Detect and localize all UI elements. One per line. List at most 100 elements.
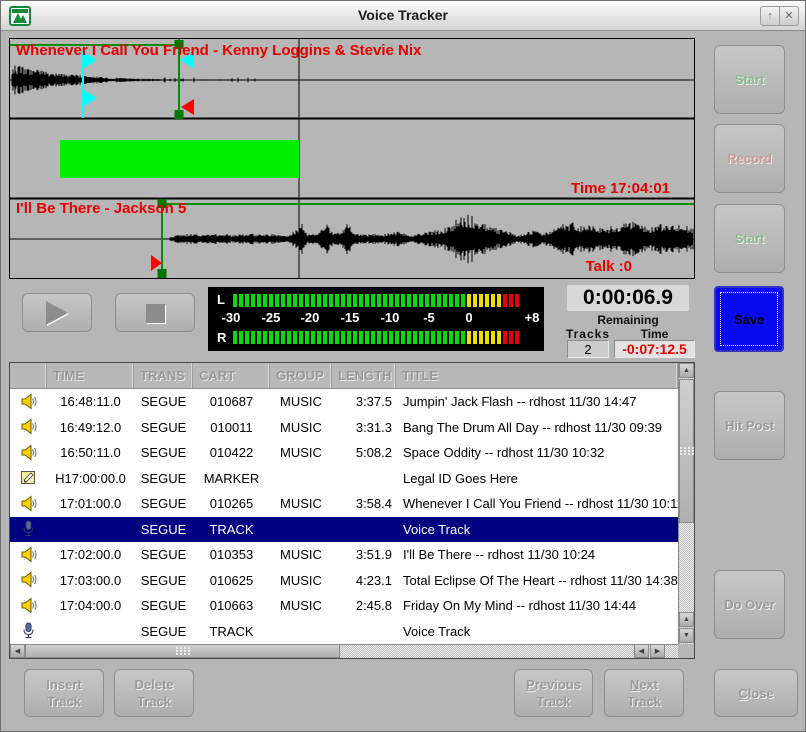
cell-time: 16:50:11.0 bbox=[47, 445, 134, 460]
meter-segment bbox=[509, 294, 513, 307]
cell-group: MUSIC bbox=[270, 598, 332, 613]
meter-segment bbox=[371, 294, 375, 307]
speaker-icon bbox=[10, 418, 47, 436]
play-button[interactable] bbox=[22, 293, 92, 332]
meter-segment bbox=[461, 331, 465, 344]
scroll-up-button[interactable]: ▲ bbox=[679, 363, 694, 378]
waveform-canvas[interactable] bbox=[10, 39, 694, 278]
meter-segment bbox=[299, 331, 303, 344]
cell-trans: SEGUE bbox=[134, 573, 193, 588]
horizontal-scroll-thumb[interactable] bbox=[25, 644, 340, 658]
table-row[interactable]: 16:50:11.0SEGUE010422MUSIC5:08.2Space Od… bbox=[10, 440, 678, 466]
cell-title: Jumpin' Jack Flash -- rdhost 11/30 14:47 bbox=[396, 394, 678, 409]
remaining-time-label: Time bbox=[614, 327, 695, 341]
meter-scale-label: -30 bbox=[222, 310, 241, 325]
record-button[interactable]: Record bbox=[714, 124, 785, 193]
titlebar[interactable]: Voice Tracker ↑ ✕ bbox=[1, 1, 805, 31]
column-header: TIME bbox=[47, 363, 134, 388]
vertical-scroll-thumb[interactable] bbox=[679, 379, 694, 523]
meter-scale-label: -5 bbox=[423, 310, 435, 325]
hit-post-button[interactable]: Hit Post bbox=[714, 391, 785, 460]
cell-title: Voice Track bbox=[396, 624, 678, 639]
meter-scale-label: 0 bbox=[465, 310, 472, 325]
vu-meter: L R -30-25-20-15-10-50+8 bbox=[208, 287, 544, 351]
meter-segment bbox=[245, 331, 249, 344]
stop-button[interactable] bbox=[115, 293, 195, 332]
cell-length: 3:51.9 bbox=[332, 547, 396, 562]
thumb-grip bbox=[175, 647, 191, 656]
log-rows: 16:48:11.0SEGUE010687MUSIC3:37.5Jumpin' … bbox=[10, 389, 678, 644]
meter-scale-label: -10 bbox=[381, 310, 400, 325]
restore-button[interactable]: ↑ bbox=[760, 6, 780, 26]
scroll-down-button[interactable]: ▼ bbox=[679, 628, 694, 643]
meter-segment bbox=[365, 331, 369, 344]
elapsed-time-display: 0:00:06.9 bbox=[567, 285, 689, 311]
cell-group: MUSIC bbox=[270, 420, 332, 435]
speaker-icon bbox=[10, 546, 47, 564]
meter-segment bbox=[395, 294, 399, 307]
scroll-up-button-2[interactable]: ▲ bbox=[679, 612, 694, 627]
table-row[interactable]: SEGUETRACKVoice Track bbox=[10, 619, 678, 645]
start-track2-button[interactable]: Start bbox=[714, 204, 785, 273]
log-table: TIMETRANSCARTGROUPLENGTHTITLE 16:48:11.0… bbox=[9, 362, 695, 659]
meter-segment bbox=[419, 331, 423, 344]
cell-cart: 010011 bbox=[193, 420, 270, 435]
vertical-scrollbar[interactable]: ▲ ▲ ▼ bbox=[678, 363, 694, 644]
do-over-button[interactable]: Do Over bbox=[714, 570, 785, 639]
column-header: GROUP bbox=[270, 363, 332, 388]
horizontal-scrollbar[interactable]: ◀ ◀ ▶ bbox=[10, 644, 678, 658]
left-meter-bar bbox=[233, 294, 519, 307]
meter-segment bbox=[371, 331, 375, 344]
next-track-button[interactable]: Next Track bbox=[604, 669, 684, 717]
speaker-icon bbox=[10, 571, 47, 589]
cell-group: MUSIC bbox=[270, 394, 332, 409]
previous-track-button[interactable]: Previous Track bbox=[514, 669, 593, 717]
insert-track-button[interactable]: Insert Track bbox=[24, 669, 104, 717]
cell-length: 4:23.1 bbox=[332, 573, 396, 588]
meter-segment bbox=[317, 331, 321, 344]
close-button[interactable]: Close bbox=[714, 669, 798, 717]
meter-segment bbox=[413, 294, 417, 307]
cell-length: 3:37.5 bbox=[332, 394, 396, 409]
delete-track-button[interactable]: Delete Track bbox=[114, 669, 194, 717]
speaker-icon bbox=[10, 393, 47, 411]
meter-segment bbox=[293, 331, 297, 344]
meter-segment bbox=[515, 331, 519, 344]
cell-trans: SEGUE bbox=[134, 394, 193, 409]
table-row[interactable]: 17:03:00.0SEGUE010625MUSIC4:23.1Total Ec… bbox=[10, 568, 678, 594]
cell-trans: SEGUE bbox=[134, 598, 193, 613]
scroll-right-button[interactable]: ▶ bbox=[650, 644, 665, 658]
start-track1-button[interactable]: Start bbox=[714, 45, 785, 114]
table-row[interactable]: 17:01:00.0SEGUE010265MUSIC3:58.4Whenever… bbox=[10, 491, 678, 517]
meter-segment bbox=[389, 331, 393, 344]
meter-segment bbox=[305, 331, 309, 344]
table-row[interactable]: SEGUETRACKVoice Track bbox=[10, 517, 678, 543]
close-window-button[interactable]: ✕ bbox=[779, 6, 799, 26]
meter-segment bbox=[485, 331, 489, 344]
meter-scale: -30-25-20-15-10-50+8 bbox=[208, 310, 544, 327]
cell-trans: SEGUE bbox=[134, 471, 193, 486]
scroll-left-button-2[interactable]: ◀ bbox=[634, 644, 649, 658]
meter-segment bbox=[377, 331, 381, 344]
cell-cart: 010625 bbox=[193, 573, 270, 588]
table-row[interactable]: H17:00:00.0SEGUEMARKERLegal ID Goes Here bbox=[10, 466, 678, 492]
table-row[interactable]: 17:04:00.0SEGUE010663MUSIC2:45.8Friday O… bbox=[10, 593, 678, 619]
table-row[interactable]: 16:49:12.0SEGUE010011MUSIC3:31.3Bang The… bbox=[10, 415, 678, 441]
cell-length: 3:31.3 bbox=[332, 420, 396, 435]
cell-title: Total Eclipse Of The Heart -- rdhost 11/… bbox=[396, 573, 678, 588]
meter-segment bbox=[311, 331, 315, 344]
meter-segment bbox=[335, 331, 339, 344]
save-button[interactable]: Save bbox=[714, 286, 784, 352]
table-row[interactable]: 16:48:11.0SEGUE010687MUSIC3:37.5Jumpin' … bbox=[10, 389, 678, 415]
meter-segment bbox=[323, 294, 327, 307]
track-deck[interactable]: Whenever I Call You Friend - Kenny Loggi… bbox=[9, 38, 695, 279]
meter-segment bbox=[251, 294, 255, 307]
meter-segment bbox=[245, 294, 249, 307]
meter-segment bbox=[329, 294, 333, 307]
table-row[interactable]: 17:02:00.0SEGUE010353MUSIC3:51.9I'll Be … bbox=[10, 542, 678, 568]
cell-trans: SEGUE bbox=[134, 547, 193, 562]
scroll-left-button[interactable]: ◀ bbox=[10, 644, 25, 658]
meter-segment bbox=[425, 331, 429, 344]
cell-time: 17:01:00.0 bbox=[47, 496, 134, 511]
meter-segment bbox=[239, 331, 243, 344]
